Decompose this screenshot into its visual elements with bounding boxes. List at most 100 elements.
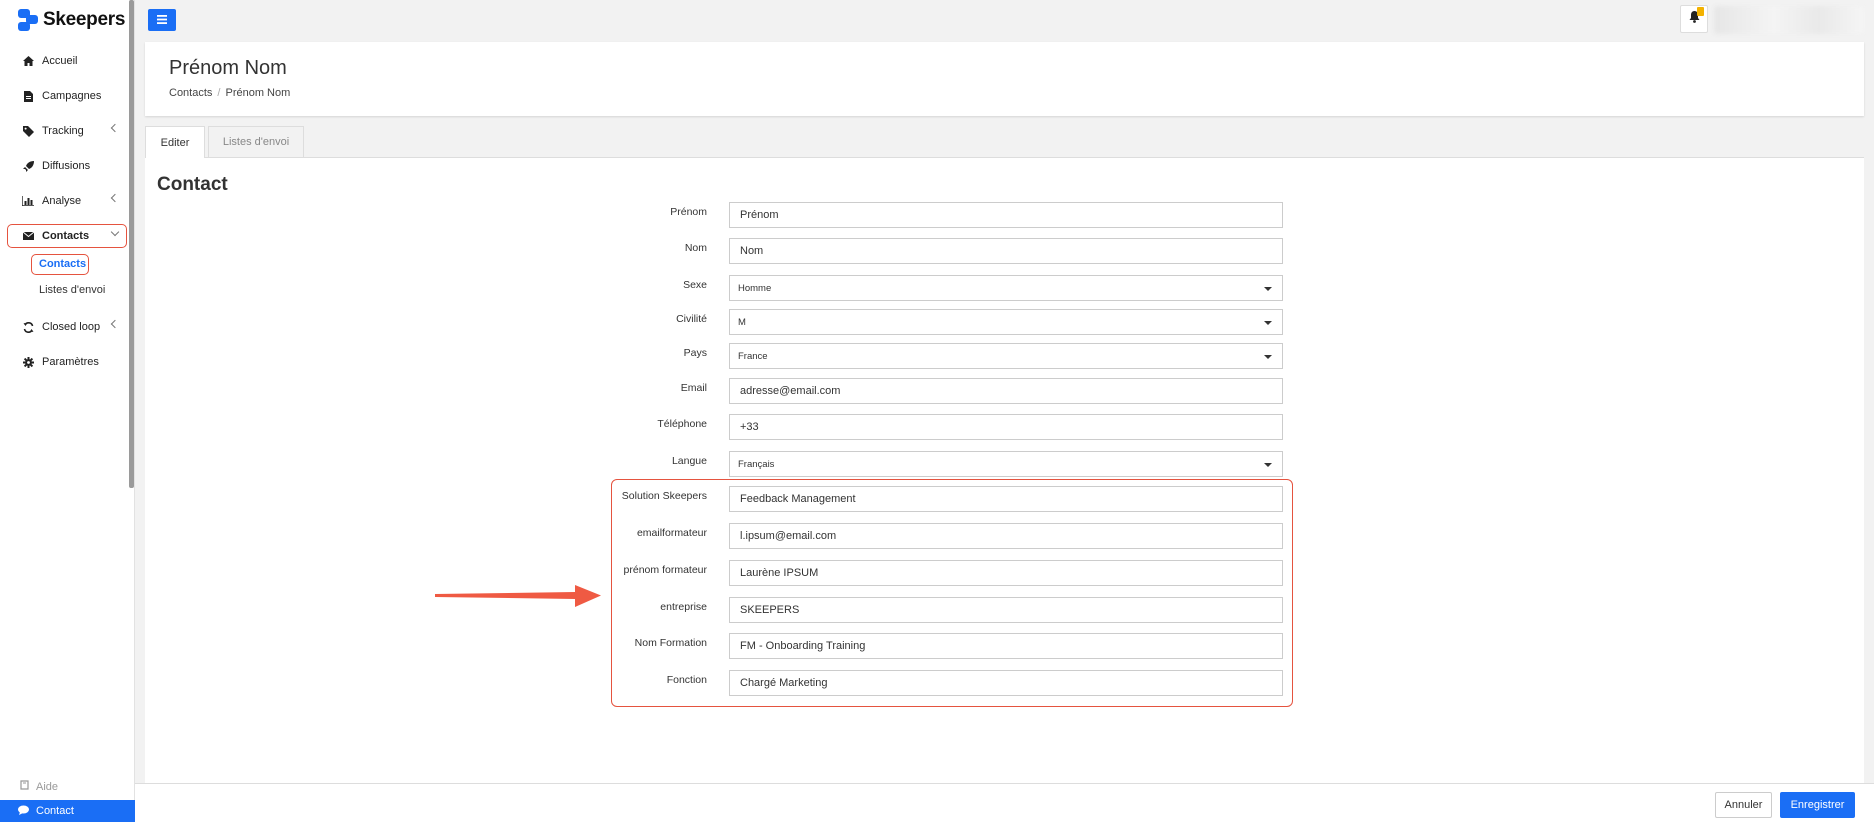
form-footer — [135, 783, 1874, 822]
select-value: M — [738, 316, 746, 328]
help-label: Aide — [36, 780, 59, 793]
file-icon — [20, 90, 36, 102]
select-value: Homme — [738, 282, 772, 294]
sidebar-item-diffusions[interactable]: Diffusions — [12, 154, 126, 178]
form-row-langue: Langue Français — [145, 451, 1864, 477]
help-link[interactable]: Aide — [20, 780, 58, 793]
entreprise-input[interactable]: SKEEPERS — [729, 597, 1283, 623]
caret-down-icon — [1264, 463, 1272, 467]
tab-listes-envoi[interactable]: Listes d'envoi — [208, 126, 304, 157]
sidebar-scrollbar[interactable] — [129, 0, 134, 488]
form-row-solution-skeepers: Solution Skeepers Feedback Management — [145, 486, 1864, 512]
app-logo[interactable]: Skeepers — [18, 8, 125, 32]
form-row-sexe: Sexe Homme — [145, 275, 1864, 301]
form-row-prenom: Prénom Prénom — [145, 202, 1864, 228]
sidebar-item-label: Tracking — [42, 125, 84, 137]
chevron-left-icon — [110, 319, 120, 329]
annotation-arrow-icon — [435, 585, 601, 607]
breadcrumb: Contacts / Prénom Nom — [169, 87, 290, 99]
sidebar: Skeepers Accueil Campagnes Tracking Diff… — [0, 0, 135, 822]
chevron-left-icon — [110, 193, 120, 203]
form-row-prenom-formateur: prénom formateur Laurène IPSUM — [145, 560, 1864, 586]
caret-down-icon — [1264, 287, 1272, 291]
field-label: Nom — [684, 242, 707, 254]
form-title: Contact — [157, 174, 228, 195]
select-value: France — [738, 350, 768, 362]
field-label: Nom Formation — [634, 637, 707, 649]
select-value: Français — [738, 458, 775, 470]
tag-icon — [20, 125, 36, 137]
chevron-left-icon — [110, 123, 120, 133]
sidebar-item-campagnes[interactable]: Campagnes — [12, 84, 126, 108]
emailformateur-input[interactable]: l.ipsum@email.com — [729, 523, 1283, 549]
caret-down-icon — [1264, 355, 1272, 359]
sidebar-item-label: Contacts — [42, 230, 90, 242]
email-input[interactable]: adresse@email.com — [729, 378, 1283, 404]
form-row-nom: Nom Nom — [145, 238, 1864, 264]
sidebar-item-label: Campagnes — [42, 90, 102, 102]
fonction-input[interactable]: Chargé Marketing — [729, 670, 1283, 696]
civilite-select[interactable]: M — [729, 309, 1283, 335]
bar-chart-icon — [20, 196, 36, 206]
sexe-select[interactable]: Homme — [729, 275, 1283, 301]
sidebar-item-label: Accueil — [42, 55, 78, 67]
breadcrumb-current: Prénom Nom — [225, 87, 291, 99]
sidebar-item-label: Closed loop — [42, 321, 101, 333]
breadcrumb-separator: / — [217, 87, 221, 99]
gear-icon — [20, 356, 36, 368]
sidebar-item-closed-loop[interactable]: Closed loop — [12, 315, 126, 339]
sidebar-item-analyse[interactable]: Analyse — [12, 189, 126, 213]
pays-select[interactable]: France — [729, 343, 1283, 369]
form-row-telephone: Téléphone +33 — [145, 414, 1864, 440]
telephone-input[interactable]: +33 — [729, 414, 1283, 440]
page-header: Prénom Nom Contacts / Prénom Nom — [145, 42, 1864, 116]
contact-support-button[interactable]: Contact — [0, 800, 135, 822]
field-label: Solution Skeepers — [621, 490, 707, 502]
top-bar — [135, 0, 1874, 38]
user-menu[interactable] — [1714, 6, 1864, 34]
prenom-input[interactable]: Prénom — [729, 202, 1283, 228]
sidebar-item-accueil[interactable]: Accueil — [12, 49, 126, 73]
field-label: prénom formateur — [623, 564, 707, 576]
field-label: Email — [680, 382, 707, 394]
field-label: Prénom — [670, 206, 707, 218]
caret-down-icon — [1264, 321, 1272, 325]
prenom-formateur-input[interactable]: Laurène IPSUM — [729, 560, 1283, 586]
chat-bubble-icon — [18, 805, 29, 818]
app-name: Skeepers — [43, 9, 126, 30]
solution-skeepers-input[interactable]: Feedback Management — [729, 486, 1283, 512]
form-row-entreprise: entreprise SKEEPERS — [145, 597, 1864, 623]
sidebar-item-tracking[interactable]: Tracking — [12, 119, 126, 143]
field-label: emailformateur — [636, 527, 707, 539]
envelope-icon — [20, 232, 36, 240]
refresh-icon — [20, 321, 36, 333]
nom-formation-input[interactable]: FM - Onboarding Training — [729, 633, 1283, 659]
sidebar-subitem-contacts[interactable]: Contacts — [39, 258, 86, 270]
field-label: Langue — [671, 455, 707, 467]
form-row-emailformateur: emailformateur l.ipsum@email.com — [145, 523, 1864, 549]
breadcrumb-contacts[interactable]: Contacts — [169, 87, 212, 99]
notification-badge — [1697, 7, 1704, 16]
langue-select[interactable]: Français — [729, 451, 1283, 477]
sidebar-item-contacts[interactable]: Contacts — [12, 224, 126, 248]
form-row-nom-formation: Nom Formation FM - Onboarding Training — [145, 633, 1864, 659]
sidebar-item-parametres[interactable]: Paramètres — [12, 350, 126, 374]
rocket-icon — [20, 160, 36, 172]
cancel-button[interactable]: Annuler — [1715, 792, 1772, 818]
field-label: Téléphone — [657, 418, 707, 430]
save-button[interactable]: Enregistrer — [1780, 792, 1855, 818]
contact-support-label: Contact — [36, 805, 74, 817]
nom-input[interactable]: Nom — [729, 238, 1283, 264]
field-label: Sexe — [683, 279, 707, 291]
menu-toggle-button[interactable] — [148, 9, 176, 31]
field-label: Pays — [683, 347, 707, 359]
form-row-pays: Pays France — [145, 343, 1864, 369]
form-row-fonction: Fonction Chargé Marketing — [145, 670, 1864, 696]
home-icon — [20, 56, 36, 66]
sidebar-subitem-listes-envoi[interactable]: Listes d'envoi — [39, 284, 105, 296]
book-icon — [20, 780, 30, 793]
page-title: Prénom Nom — [169, 57, 287, 79]
tab-editer[interactable]: Editer — [145, 126, 205, 158]
field-label: Fonction — [666, 674, 707, 686]
form-row-civilite: Civilité M — [145, 309, 1864, 335]
